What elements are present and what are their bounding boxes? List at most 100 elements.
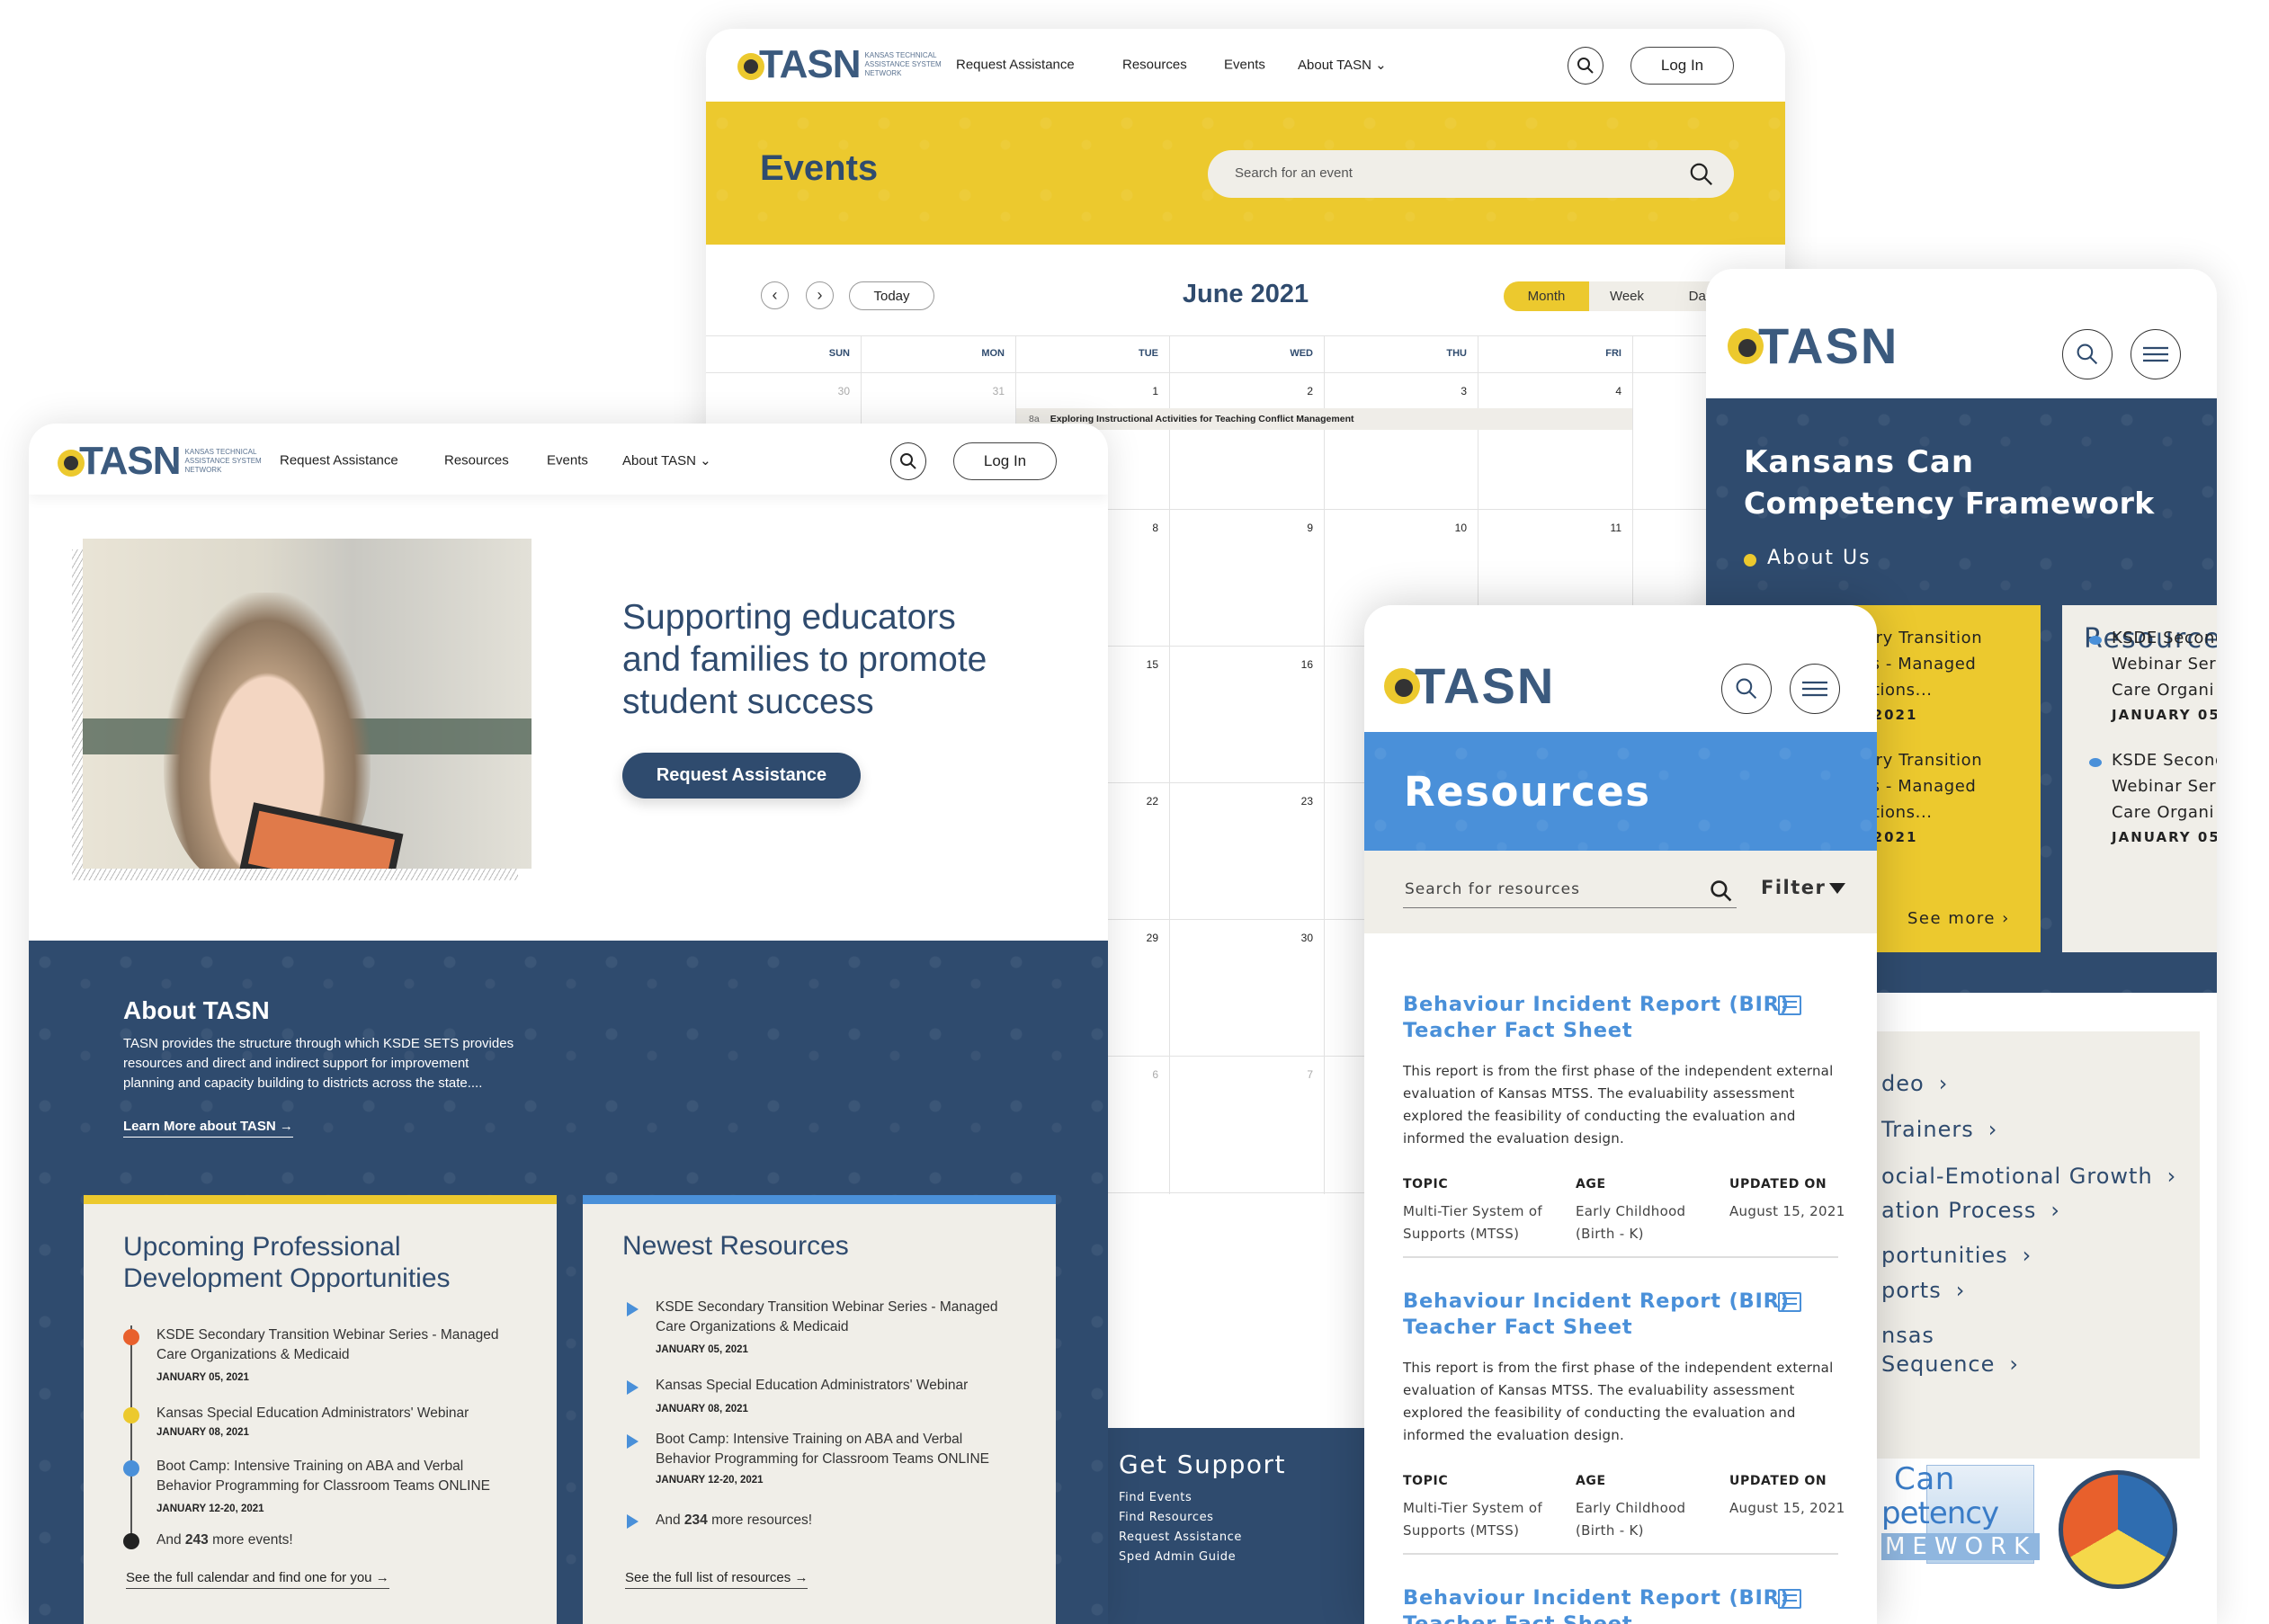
topic-list-item[interactable]: ocial-Emotional Growth › xyxy=(1881,1164,2176,1189)
search-icon[interactable] xyxy=(1710,879,1733,903)
search-button[interactable] xyxy=(2062,329,2113,379)
about-us-link[interactable]: About Us xyxy=(1767,547,1871,569)
topic-list-item[interactable]: deo › xyxy=(1881,1071,1948,1096)
tasn-logo[interactable]: TASN Kansas Technical Assistance System … xyxy=(736,45,946,85)
day-cell-number[interactable]: 29 xyxy=(1122,932,1158,944)
resource-item-title[interactable]: Boot Camp: Intensive Training on ABA and… xyxy=(656,1430,989,1469)
day-cell-number[interactable]: 30 xyxy=(1277,932,1313,944)
event-item-title[interactable]: Kansas Special Education Administrators'… xyxy=(156,1404,469,1423)
divider xyxy=(1403,1256,1838,1258)
day-cell-number[interactable]: 1 xyxy=(1122,385,1158,397)
document-icon[interactable] xyxy=(1778,1589,1801,1609)
login-button[interactable]: Log In xyxy=(953,442,1057,480)
event-item-title[interactable]: KSDE Secondary Transition Webinar Series… xyxy=(156,1325,499,1365)
topic-list-item[interactable]: nsas xyxy=(1881,1323,1934,1348)
logo-text: TASN xyxy=(79,439,182,483)
learn-more-link[interactable]: Learn More about TASN → xyxy=(123,1119,293,1138)
tasn-logo[interactable]: TASN xyxy=(1724,321,1898,371)
see-more-link[interactable]: See more › xyxy=(1907,909,2010,928)
topic-list-item[interactable]: Sequence › xyxy=(1881,1352,2019,1377)
next-month-button[interactable]: › xyxy=(806,281,834,309)
nav-events[interactable]: Events xyxy=(547,453,588,468)
footer-link-find-resources[interactable]: Find Resources xyxy=(1119,1511,1214,1524)
login-button[interactable]: Log In xyxy=(1630,47,1734,85)
resource-item-title[interactable]: KSDE Secondary Transition Webinar Series… xyxy=(656,1298,998,1337)
day-cell-number[interactable]: 23 xyxy=(1277,795,1313,808)
footer-link-find-events[interactable]: Find Events xyxy=(1119,1491,1192,1504)
logo-text: TASN xyxy=(1758,317,1899,374)
title-line: Behavior Programming for Classroom Teams… xyxy=(656,1451,989,1467)
footer-link-sped-admin-guide[interactable]: Sped Admin Guide xyxy=(1119,1550,1236,1564)
nav-request-assistance[interactable]: Request Assistance xyxy=(280,453,398,468)
topic-list-item[interactable]: Trainers › xyxy=(1881,1117,1997,1142)
topic-list-item[interactable]: portunities › xyxy=(1881,1243,2032,1268)
resource-line[interactable]: KSDE Second xyxy=(2112,629,2217,647)
nav-about[interactable]: About TASN ⌄ xyxy=(622,452,711,468)
prev-month-button[interactable]: ‹ xyxy=(761,281,789,309)
title-line: Boot Camp: Intensive Training on ABA and… xyxy=(656,1432,963,1447)
topic-label: Trainers xyxy=(1881,1117,1974,1142)
event-search-input[interactable]: Search for an event xyxy=(1208,150,1734,198)
day-cell-number[interactable]: 8 xyxy=(1122,522,1158,534)
menu-button[interactable] xyxy=(1790,664,1840,714)
view-month-tab[interactable]: Month xyxy=(1504,281,1589,311)
request-assistance-button[interactable]: Request Assistance xyxy=(622,753,861,799)
today-button[interactable]: Today xyxy=(849,281,934,310)
nav-events[interactable]: Events xyxy=(1224,58,1265,73)
event-item-title[interactable]: Boot Camp: Intensive Training on ABA and… xyxy=(156,1457,490,1496)
resource-item-title[interactable]: Kansas Special Education Administrators'… xyxy=(656,1376,968,1396)
day-cell-number[interactable]: 4 xyxy=(1586,385,1621,397)
arrow-right-icon: → xyxy=(279,1119,293,1134)
resource-line[interactable]: KSDE Second xyxy=(2112,751,2217,770)
document-icon[interactable] xyxy=(1778,1292,1801,1312)
topic-list-item[interactable]: ation Process › xyxy=(1881,1198,2060,1223)
play-arrow-icon xyxy=(627,1434,639,1449)
resource-title-link[interactable]: Behaviour Incident Report (BIR) Teacher F… xyxy=(1403,992,1789,1044)
search-button[interactable] xyxy=(890,442,926,480)
updated-value: August 15, 2021 xyxy=(1729,1203,1845,1219)
calendar-event[interactable]: 8a Exploring Instructional Activities for… xyxy=(1016,408,1632,430)
menu-button[interactable] xyxy=(2131,329,2181,379)
page-title: Events xyxy=(760,148,879,188)
search-icon[interactable] xyxy=(1689,162,1714,187)
day-cell-number[interactable]: 10 xyxy=(1431,522,1467,534)
day-cell-number[interactable]: 31 xyxy=(969,385,1005,397)
chevron-right-icon: › xyxy=(1955,1278,1966,1303)
nav-about[interactable]: About TASN ⌄ xyxy=(1298,57,1387,73)
search-button[interactable] xyxy=(1568,47,1603,85)
day-cell-number[interactable]: 3 xyxy=(1431,385,1467,397)
resource-title-link[interactable]: Behaviour Incident Report (BIR) Teacher F… xyxy=(1403,1289,1789,1341)
footer-link-request-assistance[interactable]: Request Assistance xyxy=(1119,1530,1242,1544)
meta-label: UPDATED ON xyxy=(1729,1474,1827,1488)
about-line: planning and capacity building to distri… xyxy=(123,1075,483,1091)
resource-search-input[interactable]: Search for resources xyxy=(1403,876,1737,908)
title-line: Care Organizations & Medicaid xyxy=(656,1319,849,1334)
day-cell-number[interactable]: 16 xyxy=(1277,658,1313,671)
day-header-mon: MON xyxy=(981,348,1005,359)
search-button[interactable] xyxy=(1721,664,1772,714)
full-calendar-link[interactable]: See the full calendar and find one for y… xyxy=(126,1570,389,1589)
day-cell-number[interactable]: 11 xyxy=(1586,522,1621,534)
grid-line xyxy=(1169,335,1170,1194)
day-cell-number[interactable]: 22 xyxy=(1122,795,1158,808)
day-cell-number[interactable]: 9 xyxy=(1277,522,1313,534)
resource-title-link[interactable]: Behaviour Incident Report (BIR) Teacher F… xyxy=(1403,1585,1789,1624)
day-cell-number[interactable]: 7 xyxy=(1277,1068,1313,1081)
day-cell-number[interactable]: 15 xyxy=(1122,658,1158,671)
view-week-tab[interactable]: Week xyxy=(1589,281,1665,311)
tasn-logo[interactable]: TASN Kansas Technical Assistance System … xyxy=(56,442,266,481)
hamburger-icon xyxy=(1802,681,1827,697)
nav-resources[interactable]: Resources xyxy=(444,453,509,468)
day-cell-number[interactable]: 2 xyxy=(1277,385,1313,397)
event-item-date: JANUARY 08, 2021 xyxy=(156,1427,249,1438)
day-cell-number[interactable]: 30 xyxy=(814,385,850,397)
nav-resources[interactable]: Resources xyxy=(1122,58,1187,73)
filter-button[interactable]: Filter xyxy=(1761,877,1846,898)
day-cell-number[interactable]: 6 xyxy=(1122,1068,1158,1081)
tasn-logo[interactable]: TASN xyxy=(1380,661,1555,711)
full-resources-link[interactable]: See the full list of resources → xyxy=(625,1570,808,1589)
topic-list-item[interactable]: ports › xyxy=(1881,1278,1965,1303)
meta-label: AGE xyxy=(1576,1474,1606,1488)
document-icon[interactable] xyxy=(1778,995,1801,1015)
nav-request-assistance[interactable]: Request Assistance xyxy=(956,58,1075,73)
